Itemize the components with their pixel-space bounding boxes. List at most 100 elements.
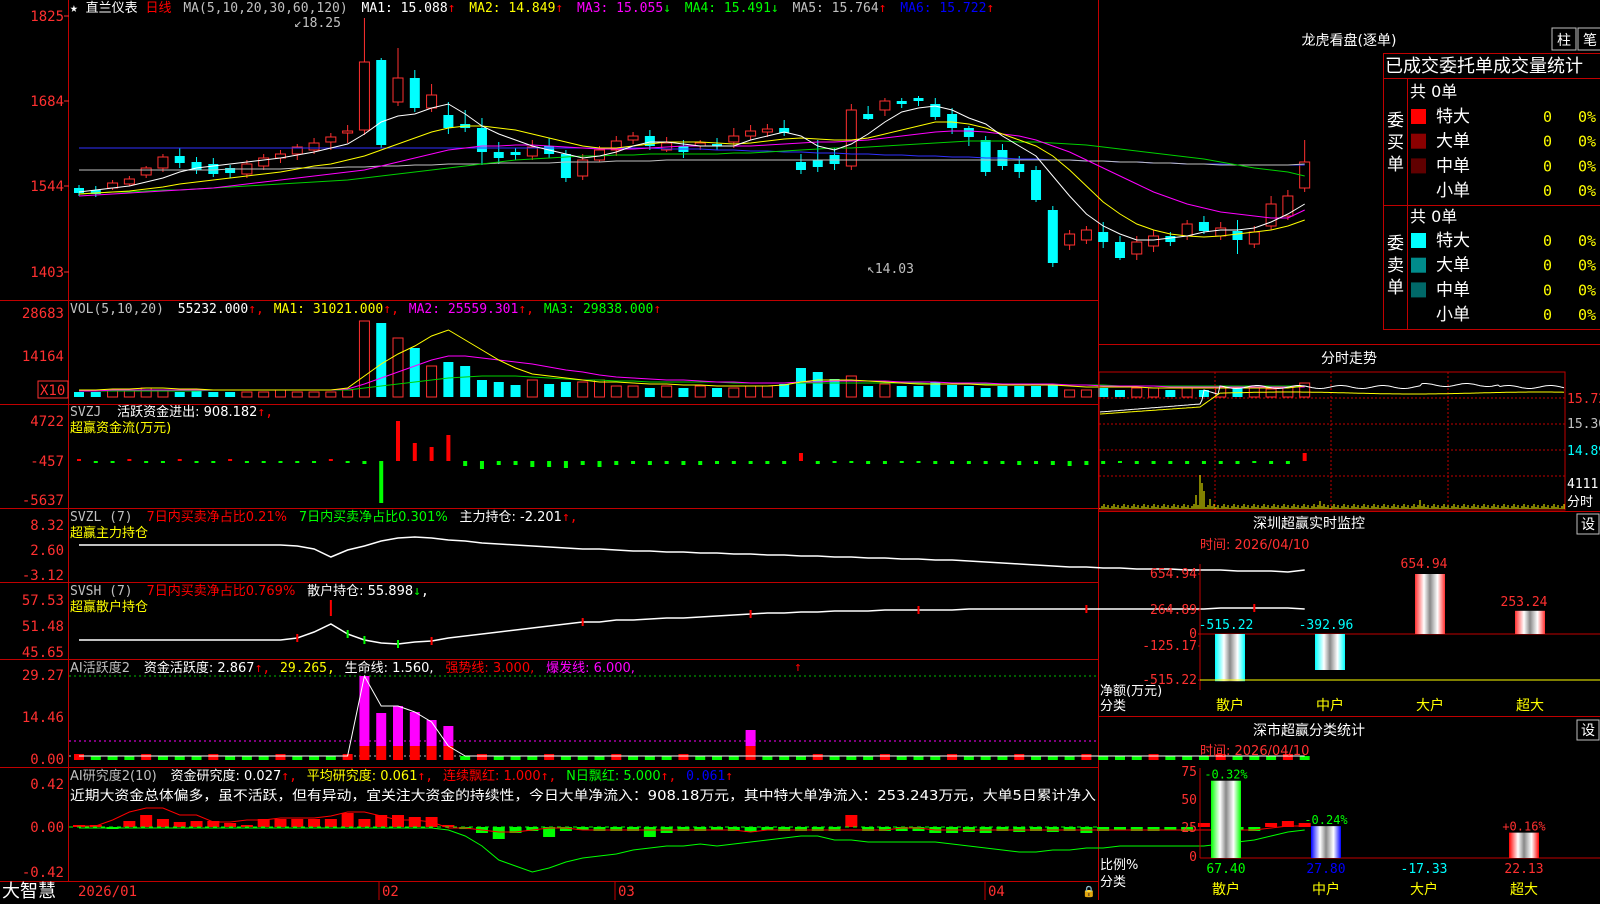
intraday-chart <box>1099 383 1565 509</box>
sz-monitor-panel[interactable]: 深圳超赢实时监控 设 时间: 2026/04/10 654.94264.890-… <box>1100 513 1600 714</box>
buy-total: 共 0单 <box>1410 82 1457 101</box>
volume-bar <box>1014 386 1025 397</box>
volume-bar <box>963 386 974 397</box>
candle <box>661 137 673 152</box>
candle <box>1181 220 1193 240</box>
ai-active-bar <box>611 754 622 760</box>
ai-active-bar <box>174 756 185 760</box>
svsh-y-tick-2: 45.65 <box>22 645 64 661</box>
research-bar <box>358 819 371 827</box>
row-color-swatch <box>1411 158 1426 174</box>
svsh-marker <box>1253 604 1256 612</box>
classify-category-label: 中户 <box>1312 881 1340 898</box>
sell-rows: 特大 0 0% 大单 0 0% 中单 0 0% 小单 0 0% <box>1411 231 1596 325</box>
classify-pct-label: +0.16% <box>1502 820 1546 834</box>
row-count: 0 <box>1543 306 1552 324</box>
ai-active-bar <box>829 756 840 760</box>
svzj-bar <box>479 461 484 469</box>
volume-bar <box>123 390 135 398</box>
svzj-bar <box>1050 461 1055 465</box>
ai-active-bar <box>577 756 588 760</box>
candle <box>409 70 420 112</box>
candle <box>476 118 487 165</box>
sell-label-char: 卖 <box>1387 256 1404 276</box>
classify-value-label: 22.13 <box>1504 862 1543 877</box>
ai-active-bar <box>141 754 152 760</box>
row-label: 特大 <box>1436 231 1470 251</box>
research-commentary: 近期大资金总体偏多，虽不活跃，但有异动，宜关注大资金的持续性，今日大单净流入：9… <box>70 787 1097 804</box>
ai-active-bar <box>846 756 857 760</box>
ai-active-bar <box>258 756 269 760</box>
stock-terminal: 1825 1684 1544 1403 ↙18.25 ↖14.03 ★ 直兰仪表 日线… <box>0 0 1600 902</box>
x-tick-3: 04 <box>988 884 1005 900</box>
svzj-bar <box>983 461 988 464</box>
volume-bar <box>1181 387 1193 398</box>
volume-bar <box>308 391 320 398</box>
svzl-y-tick-0: 8.32 <box>30 518 64 534</box>
candle <box>997 144 1008 170</box>
volume-bar <box>90 392 101 397</box>
svzj-bar <box>782 461 787 464</box>
kline-panel[interactable]: 1825 1684 1544 1403 ↙18.25 ↖14.03 ★ 直兰仪表 日线… <box>30 1 1311 281</box>
candle <box>829 148 840 170</box>
research-bar <box>643 827 656 837</box>
sz-classify-panel[interactable]: 深市超赢分类统计 设 时间: 2026/04/10 75 50 25 0 -0.32% 6… <box>1100 719 1600 898</box>
svzj-bar <box>933 461 938 464</box>
ai-active-bar <box>947 754 958 760</box>
candle <box>963 126 974 146</box>
svzj-bar <box>1117 461 1122 463</box>
svzj-bar <box>1285 461 1290 464</box>
ai-active-y-tick-0: 29.27 <box>22 668 64 684</box>
svsh-marker <box>430 637 433 645</box>
volume-bar <box>980 388 991 397</box>
volume-bar <box>460 366 471 397</box>
research-bar <box>274 819 287 827</box>
ai-active-panel[interactable]: 29.27 14.46 0.00 AI活跃度2 资金活跃度: 2.867↑, 2… <box>22 660 1310 768</box>
research-bar <box>224 823 237 827</box>
ai-active-bar <box>292 756 303 760</box>
classify-y-tick: 0 <box>1189 850 1197 865</box>
svzj-bar <box>1134 461 1139 464</box>
svzj-bar <box>127 459 132 461</box>
candle <box>1299 140 1311 192</box>
ai-active-bar <box>460 756 471 760</box>
volume-bar <box>140 387 152 398</box>
classify-y-tick: 50 <box>1181 793 1197 808</box>
svzj-bar <box>1101 461 1106 464</box>
bar-y-tick: 264.89 <box>1150 603 1197 618</box>
svzj-bar <box>866 461 871 464</box>
candle <box>1064 230 1076 250</box>
svzj-bar <box>496 461 501 465</box>
classify-y-tick: 75 <box>1181 765 1197 780</box>
research-bar <box>408 817 421 827</box>
ai-active-bar <box>1114 756 1125 760</box>
ai-active-bar <box>695 756 706 760</box>
candle <box>358 18 370 135</box>
svzj-panel[interactable]: 4722 -457 -5637 SVZJ 活跃资金进出: 908.182↑, 超… <box>22 404 1307 509</box>
lock-icon[interactable]: 🔒 <box>1082 885 1096 898</box>
ai-active-base-bar <box>393 746 404 760</box>
sz-classify-title: 深市超赢分类统计 <box>1253 722 1365 739</box>
ai-active-bar <box>1148 754 1159 760</box>
volume-bar <box>661 385 673 398</box>
row-color-swatch <box>1411 233 1426 248</box>
volume-panel[interactable]: 28683 14164 X10 VOL(5,10,20) 55232.000↑,… <box>22 302 1311 399</box>
ai-active-bar <box>544 754 555 760</box>
sz-classify-settings-label: 设 <box>1581 723 1595 739</box>
ai-active-base-bar <box>426 746 437 760</box>
svzj-bar <box>698 461 703 465</box>
volume-ma-line <box>79 355 1305 392</box>
svsh-panel[interactable]: 57.53 51.48 45.65 SVSH (7) 7日内买卖净占比0.769… <box>22 583 1305 661</box>
candle <box>291 144 303 160</box>
ai-active-bar <box>594 756 605 760</box>
volume-bar <box>627 385 639 398</box>
candle <box>1215 222 1227 240</box>
ai-active-bar <box>728 756 739 760</box>
svzj-bar <box>295 461 300 463</box>
svzj-bar <box>412 443 417 461</box>
svzl-panel[interactable]: 8.32 2.60 -3.12 SVZL (7) 7日内买卖净占比0.21% 7… <box>22 509 1305 584</box>
intraday-panel[interactable]: 分时走势 15.72 15.30 14.89 4111 分时 <box>1098 351 1600 511</box>
research-bar <box>392 815 405 827</box>
volume-bar <box>409 348 420 397</box>
research-bar <box>492 827 505 839</box>
